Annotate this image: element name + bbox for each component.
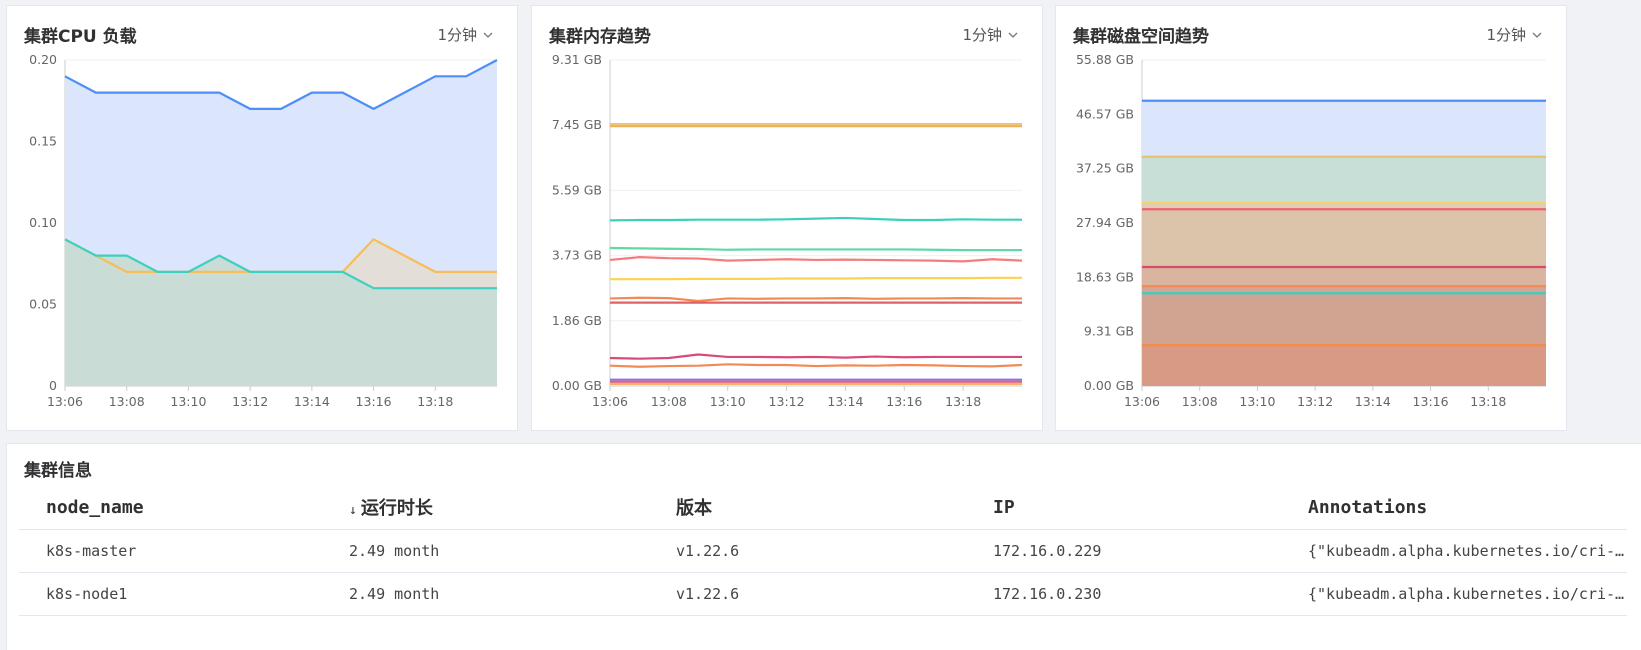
x-tick-label: 13:08 <box>1182 394 1218 409</box>
cell-ip: 172.16.0.229 <box>993 542 1102 560</box>
y-tick-label: 1.86 GB <box>552 313 602 328</box>
x-tick-label: 13:16 <box>886 394 922 409</box>
cpu-load-chart: 0 0.05 0.10 0.15 0.20 13:06 13:08 13:10 13:12 13:… <box>29 52 498 409</box>
y-tick-label: 7.45 GB <box>552 117 602 132</box>
y-tick-label: 55.88 GB <box>1076 52 1134 67</box>
cell-annotations: {"kubeadm.alpha.kubernetes.io/cri-socket… <box>1308 542 1627 560</box>
column-header-uptime-label: 运行时长 <box>360 498 433 519</box>
x-tick-label: 13:10 <box>1239 394 1275 409</box>
cell-annotations: {"kubeadm.alpha.kubernetes.io/cri-socket… <box>1308 585 1627 603</box>
x-tick-label: 13:06 <box>1124 394 1160 409</box>
x-tick-label: 13:18 <box>1470 394 1506 409</box>
x-tick-label: 13:10 <box>170 394 206 409</box>
x-tick-label: 13:12 <box>769 394 805 409</box>
table-row[interactable]: k8s-node1 2.49 month v1.22.6 172.16.0.23… <box>19 573 1627 616</box>
column-header-uptime[interactable]: ↓ 运行时长 <box>329 494 650 520</box>
x-tick-label: 13:10 <box>710 394 746 409</box>
x-tick-label: 13:06 <box>592 394 628 409</box>
column-header-ip[interactable]: IP <box>971 497 1292 518</box>
series-line-4 <box>609 256 1023 263</box>
y-tick-label: 18.63 GB <box>1076 269 1134 284</box>
x-tick-label: 13:14 <box>827 394 863 409</box>
y-tick-label: 0.00 GB <box>1084 378 1134 393</box>
cell-uptime: 2.49 month <box>349 585 440 603</box>
y-tick-label: 37.25 GB <box>1076 161 1134 176</box>
x-tick-label: 13:08 <box>109 394 145 409</box>
cell-version: v1.22.6 <box>676 542 740 560</box>
x-tick-label: 13:16 <box>356 394 392 409</box>
series-line-6 <box>609 296 1022 303</box>
cell-uptime: 2.49 month <box>349 542 440 560</box>
y-tick-label: 0.15 <box>29 134 57 149</box>
cell-node-name: k8s-master <box>46 542 137 560</box>
y-tick-label: 27.94 GB <box>1076 215 1134 230</box>
x-tick-label: 13:16 <box>1413 394 1449 409</box>
y-tick-label: 0.00 GB <box>552 378 602 393</box>
x-tick-label: 13:12 <box>1297 394 1333 409</box>
x-tick-label: 13:06 <box>47 394 83 409</box>
y-tick-label: 3.73 GB <box>552 248 602 263</box>
y-tick-label: 0.05 <box>29 297 57 312</box>
memory-trend-chart: 0.00 GB 1.86 GB 3.73 GB 5.59 GB 7.45 GB 9.31 … <box>552 52 1023 409</box>
disk-trend-chart: 0.00 GB 9.31 GB 18.63 GB 27.94 GB 37.25 GB 46… <box>1076 52 1546 409</box>
series-area-7 <box>1142 345 1546 386</box>
x-tick-label: 13:08 <box>651 394 687 409</box>
table-row[interactable]: k8s-master 2.49 month v1.22.6 172.16.0.2… <box>19 530 1627 573</box>
sort-desc-icon[interactable]: ↓ <box>349 503 357 518</box>
cell-version: v1.22.6 <box>676 585 740 603</box>
x-tick-label: 13:18 <box>417 394 453 409</box>
column-header-node-name[interactable]: node_name <box>19 497 329 518</box>
series-line-2 <box>609 216 1022 222</box>
cluster-table: node_name ↓ 运行时长 版本 IP Annotations k8s-ma… <box>19 485 1627 616</box>
cluster-info-title: 集群信息 <box>24 461 92 481</box>
series-line-8 <box>609 353 1022 360</box>
y-tick-label: 0.10 <box>29 215 57 230</box>
y-tick-label: 5.59 GB <box>552 182 602 197</box>
column-header-annotations[interactable]: Annotations <box>1292 497 1627 518</box>
series-line-3 <box>609 246 1022 252</box>
y-tick-label: 9.31 GB <box>552 52 602 67</box>
column-header-version[interactable]: 版本 <box>650 494 971 520</box>
y-tick-label: 9.31 GB <box>1084 324 1134 339</box>
table-header: node_name ↓ 运行时长 版本 IP Annotations <box>19 485 1627 530</box>
x-tick-label: 13:14 <box>1355 394 1391 409</box>
memory-trend-panel: 集群内存趋势 1分钟 0.00 GB 1.86 GB 3.73 GB 5.59 GB 7… <box>531 5 1043 431</box>
y-tick-label: 0 <box>49 378 57 393</box>
series-line-5 <box>610 276 1022 281</box>
x-tick-label: 13:14 <box>294 394 330 409</box>
x-tick-label: 13:12 <box>232 394 268 409</box>
x-tick-label: 13:18 <box>945 394 981 409</box>
y-tick-label: 0.20 <box>29 52 57 67</box>
y-tick-label: 46.57 GB <box>1076 106 1134 121</box>
cell-node-name: k8s-node1 <box>46 585 128 603</box>
cpu-load-panel: 集群CPU 负载 1分钟 0 0.05 0.10 0.15 0.20 13:06 13:08… <box>6 5 518 431</box>
disk-trend-panel: 集群磁盘空间趋势 1分钟 0.00 GB 9.31 GB 18.63 GB 27.94… <box>1055 5 1567 431</box>
series-line-9 <box>609 363 1023 368</box>
cell-ip: 172.16.0.230 <box>993 585 1102 603</box>
